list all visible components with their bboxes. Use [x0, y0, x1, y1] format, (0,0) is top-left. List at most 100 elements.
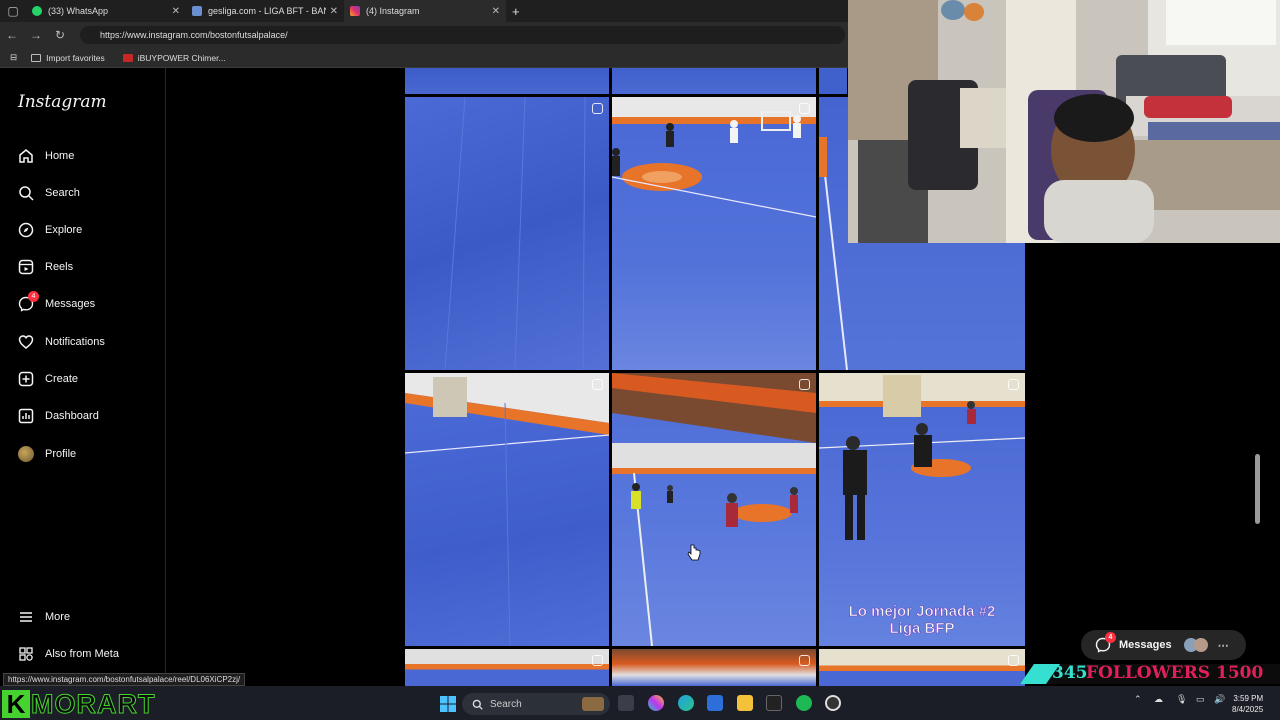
instagram-logo[interactable]: Instagram [18, 92, 107, 112]
file-explorer-icon[interactable] [737, 695, 753, 711]
obs-icon[interactable] [825, 695, 841, 711]
chevron-up-icon[interactable]: ⌃ [1134, 694, 1142, 705]
network-icon[interactable]: ▭ [1196, 694, 1205, 705]
avatar [1193, 638, 1208, 652]
reels-icon [18, 259, 34, 275]
reel-caption-overlay: Lo mejor Jornada #2 Liga BFP [819, 603, 1025, 638]
taskbar-clock[interactable]: 3:59 PM 8/4/2025 [1232, 693, 1263, 715]
messages-badge: 4 [28, 291, 39, 302]
caption-line-2: Liga BFP [889, 620, 955, 638]
tab-label: (4) Instagram [366, 6, 420, 16]
reel-thumbnail[interactable] [612, 68, 816, 94]
sidebar-item-label: Search [45, 187, 80, 199]
streamer-brand-logo: K MORART [2, 688, 155, 720]
reel-icon [1008, 379, 1019, 390]
tab-label: (33) WhatsApp [48, 6, 109, 16]
reel-thumbnail[interactable] [612, 97, 816, 370]
reading-list-icon[interactable]: ⊟ [10, 52, 17, 63]
compass-icon [18, 222, 34, 238]
close-tab-icon[interactable]: ✕ [330, 6, 338, 17]
sidebar-item-label: Notifications [45, 336, 105, 348]
copilot-icon[interactable] [648, 695, 664, 711]
reel-thumbnail[interactable] [405, 68, 609, 94]
search-highlight-icon [582, 697, 604, 711]
reel-icon [799, 655, 810, 666]
store-icon[interactable] [707, 695, 723, 711]
sidebar-item-messages[interactable]: 4 Messages [18, 291, 96, 315]
address-bar-row: ← → ↻ https://www.instagram.com/bostonfu… [0, 22, 848, 48]
sidebar-item-profile[interactable]: Profile [18, 443, 76, 465]
close-tab-icon[interactable]: ✕ [172, 6, 180, 17]
sidebar-item-reels[interactable]: Reels [18, 256, 73, 278]
back-icon[interactable]: ← [0, 28, 24, 42]
home-icon [18, 148, 34, 164]
instagram-sidebar: Instagram Home Search Explore Reels 4 Me… [0, 68, 166, 686]
bookmark-import-favorites[interactable]: Import favorites [31, 53, 105, 63]
search-icon [472, 699, 483, 710]
caption-line-1: Lo mejor Jornada #2 [848, 603, 996, 621]
sidebar-item-create[interactable]: Create [18, 368, 78, 390]
plus-square-icon [18, 371, 34, 387]
sidebar-item-label: Also from Meta [45, 648, 119, 660]
sidebar-item-label: Messages [45, 298, 96, 310]
hand-cursor-icon [687, 544, 701, 561]
microphone-icon[interactable]: 🎙 [1176, 694, 1187, 705]
instagram-icon [350, 6, 360, 16]
messages-pill[interactable]: 4 Messages ⋯ [1081, 630, 1246, 660]
bookmark-ibuypower[interactable]: iBUYPOWER Chimer... [122, 53, 226, 63]
reel-thumbnail[interactable] [405, 373, 609, 646]
tab-label: gesliga.com - LIGA BFT - BANQUE [208, 6, 326, 16]
reel-thumbnail[interactable] [405, 649, 609, 686]
reel-thumbnail[interactable] [819, 68, 847, 94]
avatar-icon [18, 446, 34, 462]
url-input[interactable]: https://www.instagram.com/bostonfutsalpa… [80, 26, 845, 44]
tab-gesliga[interactable]: gesliga.com - LIGA BFT - BANQUE ✕ [186, 0, 344, 22]
cloud-icon[interactable]: ☁ [1154, 694, 1163, 705]
sidebar-item-home[interactable]: Home [18, 145, 74, 167]
reel-thumbnail[interactable] [612, 649, 816, 686]
reel-icon [1008, 655, 1019, 666]
clock-date: 8/4/2025 [1232, 705, 1264, 714]
reel-icon [799, 103, 810, 114]
sidebar-item-label: More [45, 611, 71, 623]
tab-actions-icon[interactable]: ▢ [0, 4, 26, 18]
sidebar-item-label: Reels [45, 261, 74, 273]
search-icon [18, 185, 34, 201]
reel-icon [799, 379, 810, 390]
reel-thumbnail[interactable] [819, 649, 1025, 686]
messages-pill-label: Messages [1119, 639, 1172, 651]
volume-icon[interactable]: 🔊 [1214, 694, 1225, 705]
heart-icon [18, 334, 34, 350]
task-view-icon[interactable] [618, 695, 634, 711]
close-tab-icon[interactable]: ✕ [492, 6, 500, 17]
followers-label: FOLLOWERS [1086, 663, 1211, 683]
reel-thumbnail[interactable] [405, 97, 609, 370]
sidebar-item-search[interactable]: Search [18, 182, 80, 204]
reel-icon [592, 379, 603, 390]
reel-thumbnail[interactable] [612, 373, 816, 646]
messages-pill-badge: 4 [1105, 632, 1116, 643]
refresh-icon[interactable]: ↻ [48, 28, 72, 42]
page-scrollbar[interactable] [1255, 454, 1260, 524]
windows-start-icon[interactable] [440, 696, 456, 712]
edge-icon[interactable] [678, 695, 694, 711]
reel-icon [592, 103, 603, 114]
ibuypower-icon [122, 53, 133, 62]
sidebar-item-explore[interactable]: Explore [18, 219, 82, 241]
reel-thumbnail[interactable]: Lo mejor Jornada #2 Liga BFP [819, 373, 1025, 646]
more-icon[interactable]: ⋯ [1218, 639, 1229, 652]
sidebar-item-dashboard[interactable]: Dashboard [18, 405, 99, 427]
sidebar-item-also-from-meta[interactable]: Also from Meta [18, 643, 119, 665]
taskbar-search-input[interactable]: Search [462, 693, 610, 715]
forward-icon[interactable]: → [24, 28, 48, 42]
spotify-icon[interactable] [796, 695, 812, 711]
url-text: https://www.instagram.com/bostonfutsalpa… [100, 30, 288, 40]
sidebar-item-notifications[interactable]: Notifications [18, 331, 105, 353]
terminal-icon[interactable] [766, 695, 782, 711]
windows-taskbar [0, 686, 1280, 720]
new-tab-button[interactable]: + [506, 0, 526, 22]
sidebar-item-more[interactable]: More [18, 606, 70, 628]
brand-name: MORART [30, 688, 156, 719]
tab-instagram[interactable]: (4) Instagram ✕ [344, 0, 506, 22]
tab-whatsapp[interactable]: (33) WhatsApp ✕ [26, 0, 186, 22]
